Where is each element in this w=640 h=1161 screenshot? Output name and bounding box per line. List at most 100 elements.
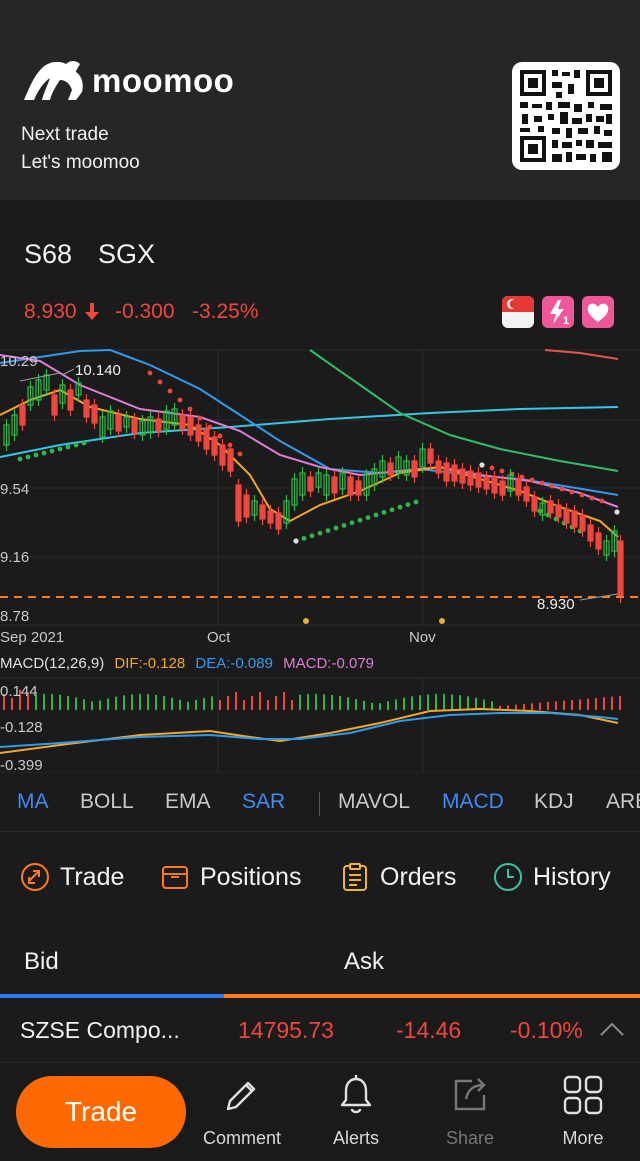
indicator-macd[interactable]: MACD	[442, 790, 504, 814]
indicator-arb[interactable]: ARB	[606, 790, 640, 814]
svg-text:1: 1	[563, 315, 569, 327]
chevron-up-icon[interactable]	[598, 1020, 626, 1038]
sar-dot	[73, 442, 79, 448]
macd-value: MACD:-0.079	[283, 655, 375, 672]
index-ticker-row[interactable]: SZSE Compo... 14795.73 -14.46 -0.10%	[0, 1000, 640, 1063]
favorite-heart-icon[interactable]	[582, 296, 614, 328]
candle-body	[195, 424, 202, 442]
y-label-3: 9.16	[0, 549, 30, 566]
candle-body	[475, 472, 482, 488]
indicator-mavol[interactable]: MAVOL	[338, 790, 410, 814]
candle-body	[187, 416, 194, 436]
comment-label: Comment	[202, 1128, 282, 1148]
trade-button-label: Trade	[64, 1096, 138, 1127]
x-label-sep: Sep 2021	[0, 629, 65, 646]
candle-body	[435, 460, 442, 474]
macd-title: MACD(12,26,9)	[0, 655, 105, 672]
share-nav[interactable]: Share	[425, 1073, 515, 1149]
candle-body	[483, 476, 490, 490]
candle-body	[443, 462, 450, 482]
trade-tab[interactable]: Trade	[20, 862, 124, 892]
macd-y-bottom: -0.399	[0, 757, 43, 774]
indicator-boll[interactable]: BOLL	[80, 790, 134, 814]
candle-body	[211, 436, 218, 456]
x-label-nov: Nov	[409, 629, 436, 646]
sar-dot	[147, 370, 153, 376]
sar-dot	[405, 502, 411, 507]
y-label-bottom: 8.78	[0, 608, 30, 625]
candle-body	[67, 389, 74, 411]
price-change: -0.300	[115, 300, 175, 323]
ask-label: Ask	[344, 948, 385, 975]
alerts-nav[interactable]: Alerts	[311, 1073, 401, 1149]
candle-body	[243, 494, 250, 518]
qr-code[interactable]	[512, 62, 620, 170]
sar-dot	[25, 454, 31, 460]
index-name: SZSE Compo...	[20, 1017, 180, 1043]
bell-icon	[340, 1075, 372, 1114]
candle-body	[491, 476, 498, 494]
positions-tab-label: Positions	[200, 862, 302, 891]
qr-code-icon	[520, 70, 612, 162]
sar-dot	[559, 486, 565, 492]
promo-banner[interactable]: moomoo Next trade Let's moomoo	[0, 0, 640, 200]
sar-dot	[599, 498, 605, 504]
indicator-ma[interactable]: MA	[17, 790, 49, 814]
trade-button[interactable]: Trade	[16, 1076, 186, 1148]
indicator-sar[interactable]: SAR	[242, 790, 285, 814]
candle-body	[579, 514, 586, 532]
candle-body	[219, 444, 226, 466]
trade-tab-label: Trade	[60, 862, 125, 891]
candle-body	[155, 418, 162, 432]
candle-body	[387, 462, 394, 476]
stock-chart[interactable]: 10.29 9.54 9.16 8.78 10.140 8.930 Sep 20…	[0, 345, 640, 774]
index-change: -14.46	[396, 1017, 462, 1043]
candle-body	[515, 478, 522, 496]
alerts-label: Alerts	[332, 1128, 379, 1148]
candle-body	[459, 468, 466, 484]
history-tab-label: History	[533, 862, 611, 891]
sar-dot	[569, 489, 575, 495]
index-change-pct: -0.10%	[510, 1017, 583, 1043]
sar-dot	[589, 495, 595, 501]
sar-dot	[65, 444, 71, 450]
orders-tab[interactable]: Orders	[340, 862, 456, 892]
sar-dot	[413, 499, 419, 505]
candle-body	[235, 484, 242, 522]
sar-dot	[614, 509, 620, 515]
y-label-2: 9.54	[0, 481, 30, 498]
ask-bar	[224, 994, 640, 998]
sar-dot	[49, 448, 55, 454]
candle-body	[179, 414, 186, 430]
trade-exchange-icon	[21, 863, 49, 891]
indicator-tabs: MA BOLL EMA SAR MAVOL MACD KDJ ARB	[0, 773, 640, 832]
trade-action-bar: Trade Positions Orders History	[0, 840, 640, 918]
sar-dot	[365, 515, 371, 520]
promo-line-2: Let's moomoo	[21, 152, 140, 173]
lightning-badge-icon[interactable]: 1	[542, 296, 574, 328]
sar-dot	[389, 507, 395, 513]
candle-body	[467, 470, 474, 486]
sar-dot	[237, 451, 243, 457]
positions-tab[interactable]: Positions	[160, 862, 301, 892]
last-price-label: 8.930	[537, 596, 575, 613]
x-label-oct: Oct	[207, 629, 231, 646]
candle-body	[307, 476, 314, 492]
indicator-ema[interactable]: EMA	[165, 790, 211, 814]
indicator-kdj[interactable]: KDJ	[534, 790, 574, 814]
sar-dot	[549, 483, 555, 489]
macd-dif-line	[0, 707, 619, 754]
sar-dot	[397, 504, 403, 510]
bid-ask-panel[interactable]: Bid Ask	[0, 928, 640, 998]
candle-body	[563, 508, 570, 524]
more-nav[interactable]: More	[538, 1073, 628, 1149]
comment-nav[interactable]: Comment	[197, 1073, 287, 1149]
sar-dot	[293, 538, 299, 544]
candle-body	[51, 394, 58, 416]
history-tab[interactable]: History	[493, 862, 611, 892]
price-change-pct: -3.25%	[192, 300, 259, 323]
sar-dot	[17, 456, 23, 462]
ma-line-red	[544, 349, 619, 360]
sar-dot	[309, 533, 315, 539]
candle-body	[587, 524, 594, 542]
